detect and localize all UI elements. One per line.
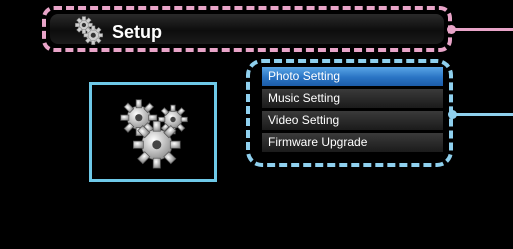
menu-item-video-setting[interactable]: Video Setting bbox=[262, 111, 443, 130]
gears-icon bbox=[120, 99, 188, 169]
menu-item-photo-setting[interactable]: Photo Setting bbox=[262, 67, 443, 86]
header-connector-line bbox=[455, 28, 513, 31]
setup-header: Setup bbox=[42, 6, 452, 52]
menu-item-music-setting[interactable]: Music Setting bbox=[262, 89, 443, 108]
setup-preview-frame bbox=[89, 82, 217, 182]
gears-icon bbox=[75, 16, 103, 45]
setup-menu: Photo Setting Music Setting Video Settin… bbox=[246, 59, 453, 167]
page-title: Setup bbox=[112, 22, 163, 42]
menu-connector-line bbox=[456, 113, 513, 116]
menu-item-firmware-upgrade[interactable]: Firmware Upgrade bbox=[262, 133, 443, 152]
